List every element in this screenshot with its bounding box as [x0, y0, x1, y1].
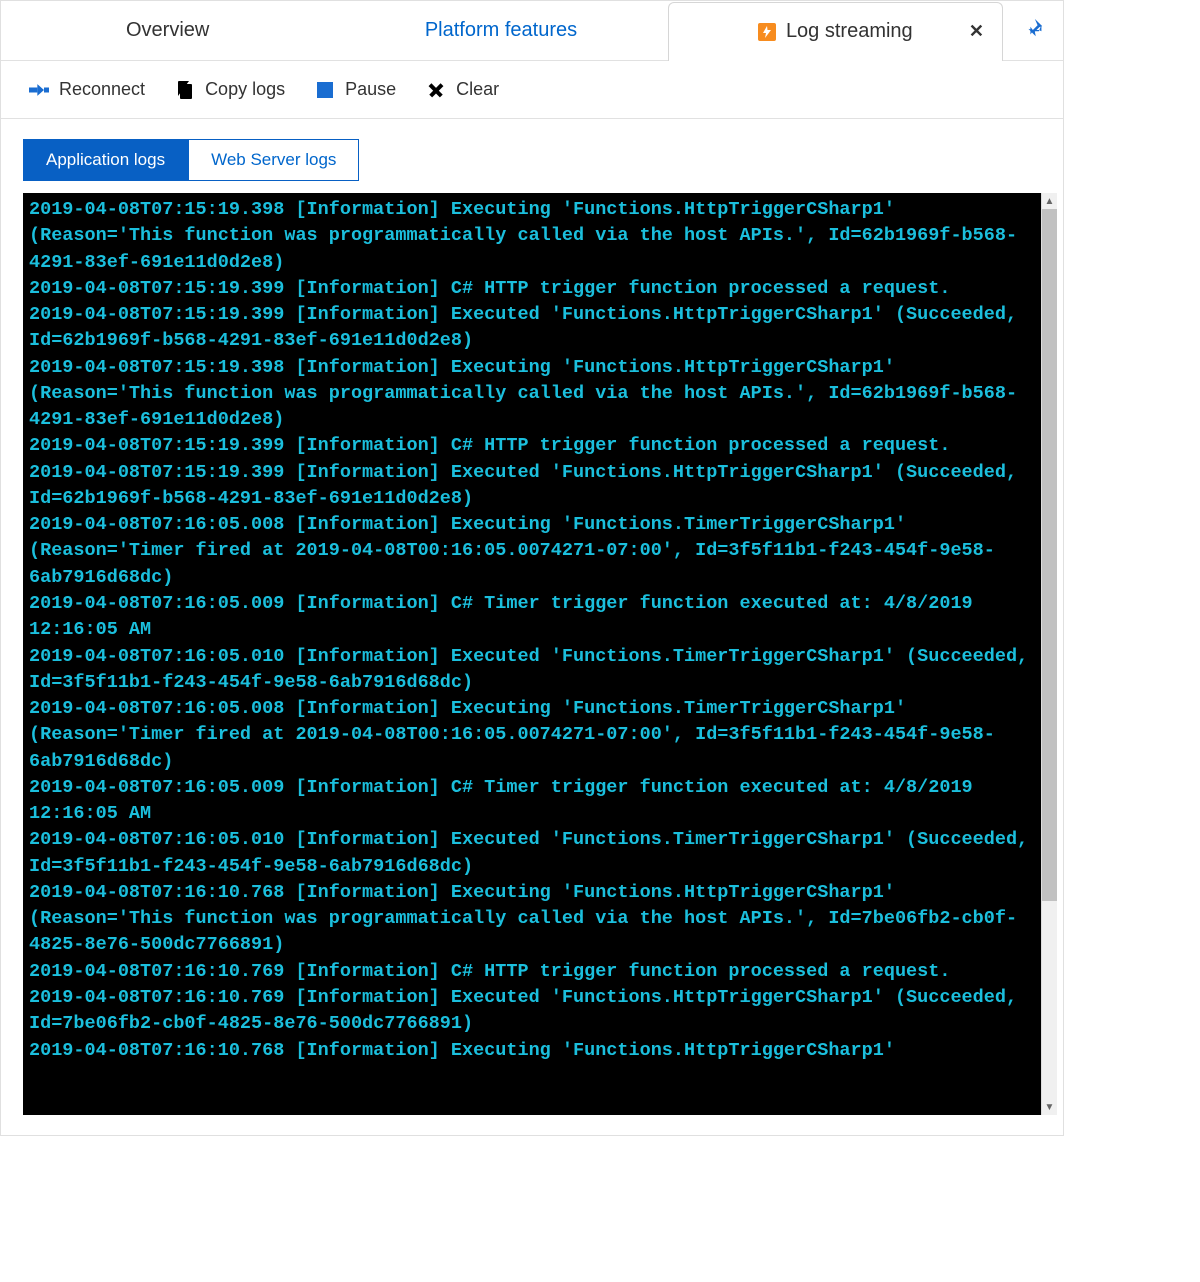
- subtab-application-logs[interactable]: Application logs: [23, 139, 188, 181]
- tab-label: Overview: [126, 19, 209, 42]
- log-line: 2019-04-08T07:16:05.008 [Information] Ex…: [29, 696, 1035, 775]
- tab-log-streaming[interactable]: Log streaming ✕: [668, 2, 1003, 61]
- reconnect-button[interactable]: Reconnect: [29, 79, 145, 100]
- log-line: 2019-04-08T07:15:19.399 [Information] C#…: [29, 276, 1035, 302]
- log-line: 2019-04-08T07:15:19.399 [Information] C#…: [29, 433, 1035, 459]
- toolbar-label: Copy logs: [205, 79, 285, 100]
- tab-overview[interactable]: Overview: [1, 1, 334, 60]
- scroll-up-arrow[interactable]: ▲: [1042, 193, 1057, 209]
- subtab-label: Web Server logs: [211, 150, 336, 169]
- log-output[interactable]: 2019-04-08T07:15:19.398 [Information] Ex…: [23, 193, 1041, 1115]
- log-line: 2019-04-08T07:16:10.768 [Information] Ex…: [29, 880, 1035, 959]
- log-line: 2019-04-08T07:16:05.009 [Information] C#…: [29, 775, 1035, 828]
- clear-button[interactable]: Clear: [426, 79, 499, 100]
- subtab-label: Application logs: [46, 150, 165, 169]
- log-line: 2019-04-08T07:16:10.768 [Information] Ex…: [29, 1038, 1035, 1064]
- log-line: 2019-04-08T07:16:05.010 [Information] Ex…: [29, 644, 1035, 697]
- scrollbar[interactable]: ▲ ▼: [1041, 193, 1057, 1115]
- toolbar-label: Clear: [456, 79, 499, 100]
- scroll-thumb[interactable]: [1042, 209, 1057, 901]
- log-line: 2019-04-08T07:16:05.008 [Information] Ex…: [29, 512, 1035, 591]
- subtab-web-server-logs[interactable]: Web Server logs: [188, 139, 359, 181]
- log-line: 2019-04-08T07:15:19.398 [Information] Ex…: [29, 197, 1035, 276]
- azure-functions-icon: [758, 23, 776, 41]
- clear-icon: [426, 80, 446, 100]
- toolbar: Reconnect Copy logs Pause Clear: [1, 61, 1063, 119]
- log-line: 2019-04-08T07:15:19.399 [Information] Ex…: [29, 460, 1035, 513]
- copy-icon: [175, 80, 195, 100]
- log-line: 2019-04-08T07:15:19.399 [Information] Ex…: [29, 302, 1035, 355]
- log-line: 2019-04-08T07:16:10.769 [Information] Ex…: [29, 985, 1035, 1038]
- scroll-down-arrow[interactable]: ▼: [1042, 1099, 1057, 1115]
- toolbar-label: Reconnect: [59, 79, 145, 100]
- log-line: 2019-04-08T07:16:05.009 [Information] C#…: [29, 591, 1035, 644]
- tab-platform-features[interactable]: Platform features: [334, 1, 667, 60]
- pin-button[interactable]: [1003, 17, 1063, 44]
- tab-label: Platform features: [425, 19, 577, 42]
- stop-icon: [317, 82, 333, 98]
- pin-icon: [1022, 17, 1044, 44]
- close-icon[interactable]: ✕: [969, 21, 984, 42]
- copy-logs-button[interactable]: Copy logs: [175, 79, 285, 100]
- reconnect-icon: [29, 80, 49, 100]
- top-tabs: Overview Platform features Log streaming…: [1, 1, 1063, 61]
- log-line: 2019-04-08T07:16:05.010 [Information] Ex…: [29, 827, 1035, 880]
- log-line: 2019-04-08T07:15:19.398 [Information] Ex…: [29, 355, 1035, 434]
- log-line: 2019-04-08T07:16:10.769 [Information] C#…: [29, 959, 1035, 985]
- tab-label: Log streaming: [786, 20, 913, 43]
- toolbar-label: Pause: [345, 79, 396, 100]
- subtab-bar: Application logs Web Server logs: [1, 119, 1063, 193]
- pause-button[interactable]: Pause: [315, 79, 396, 100]
